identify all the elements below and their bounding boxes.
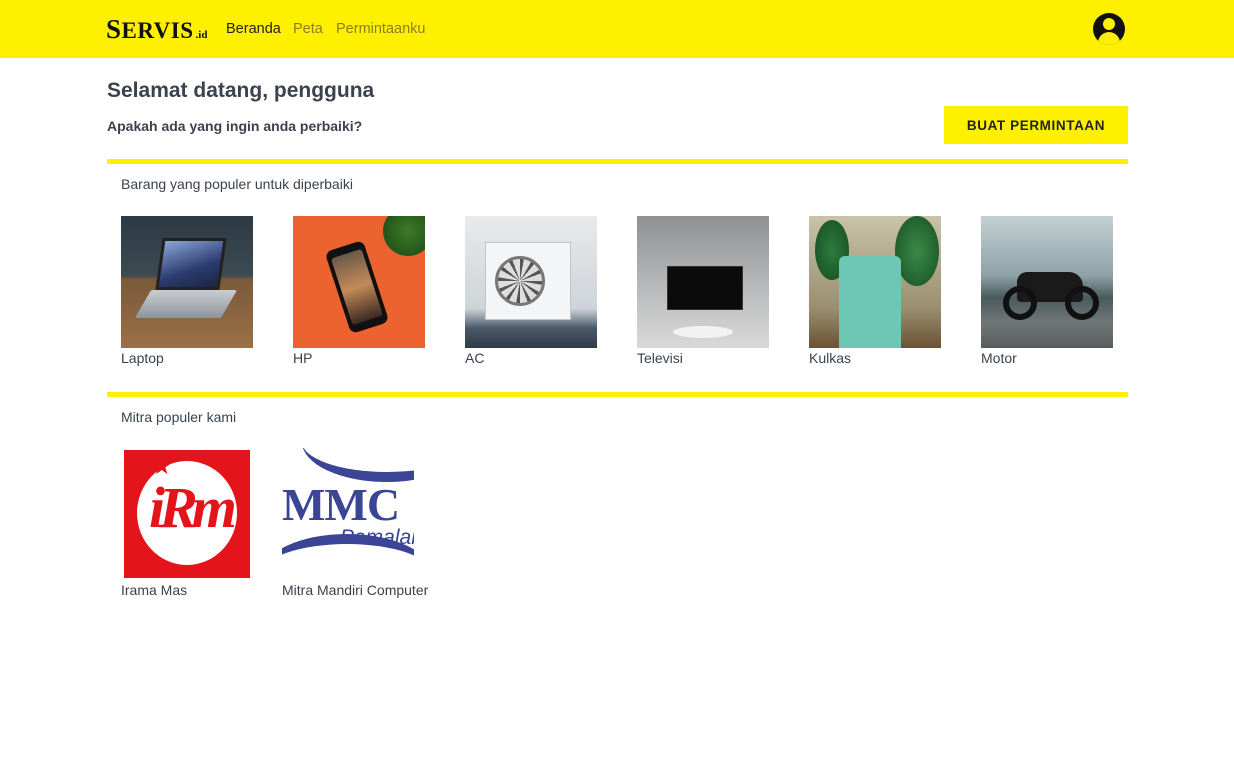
partner-label: Mitra Mandiri Computer — [282, 582, 429, 598]
item-label: Motor — [981, 350, 1017, 366]
phone-image — [293, 216, 425, 348]
page-subtitle: Apakah ada yang ingin anda perbaiki? — [107, 118, 363, 134]
partner-card-mitra-mandiri[interactable]: MMC Pemalang Mitra Mandiri Computer — [282, 448, 428, 598]
partner-label: Irama Mas — [121, 582, 188, 598]
item-card-ac[interactable]: AC — [465, 216, 597, 366]
partners-title: Mitra populer kami — [121, 409, 237, 425]
air-conditioner-image — [465, 216, 597, 348]
item-card-motor[interactable]: Motor — [981, 216, 1113, 366]
nav-link-permintaanku[interactable]: Permintaanku — [336, 21, 425, 37]
motorcycle-image — [981, 216, 1113, 348]
item-card-laptop[interactable]: Laptop — [121, 216, 253, 366]
refrigerator-image — [809, 216, 941, 348]
item-label: Televisi — [637, 350, 683, 366]
laptop-image — [121, 216, 253, 348]
user-circle-icon[interactable] — [1093, 13, 1125, 45]
mmc-logo: MMC Pemalang — [282, 448, 414, 580]
servis-logo[interactable]: SERVIS .id — [106, 14, 207, 44]
television-image — [637, 216, 769, 348]
partner-card-irama-mas[interactable]: ★ iRm Irama Mas — [121, 448, 253, 598]
logo-suffix: .id — [195, 29, 208, 41]
page-title: Selamat datang, pengguna — [107, 79, 375, 102]
nav-link-beranda[interactable]: Beranda — [226, 21, 281, 37]
irama-mas-logo: ★ iRm — [121, 448, 253, 580]
nav-link-peta[interactable]: Peta — [293, 21, 323, 37]
avatar-body — [1098, 32, 1120, 45]
item-label: HP — [293, 350, 313, 366]
item-card-televisi[interactable]: Televisi — [637, 216, 769, 366]
section-divider — [107, 159, 1128, 164]
item-label: Kulkas — [809, 350, 852, 366]
avatar-head — [1103, 18, 1115, 30]
section-divider — [107, 392, 1128, 397]
item-card-kulkas[interactable]: Kulkas — [809, 216, 941, 366]
item-label: Laptop — [121, 350, 164, 366]
popular-items-title: Barang yang populer untuk diperbaiki — [121, 176, 353, 192]
top-navbar: SERVIS .id Beranda Peta Permintaanku — [0, 0, 1234, 58]
item-label: AC — [465, 350, 485, 366]
logo-wordmark: SERVIS — [106, 14, 194, 44]
item-card-hp[interactable]: HP — [293, 216, 425, 366]
create-request-button[interactable]: BUAT PERMINTAAN — [944, 106, 1128, 144]
